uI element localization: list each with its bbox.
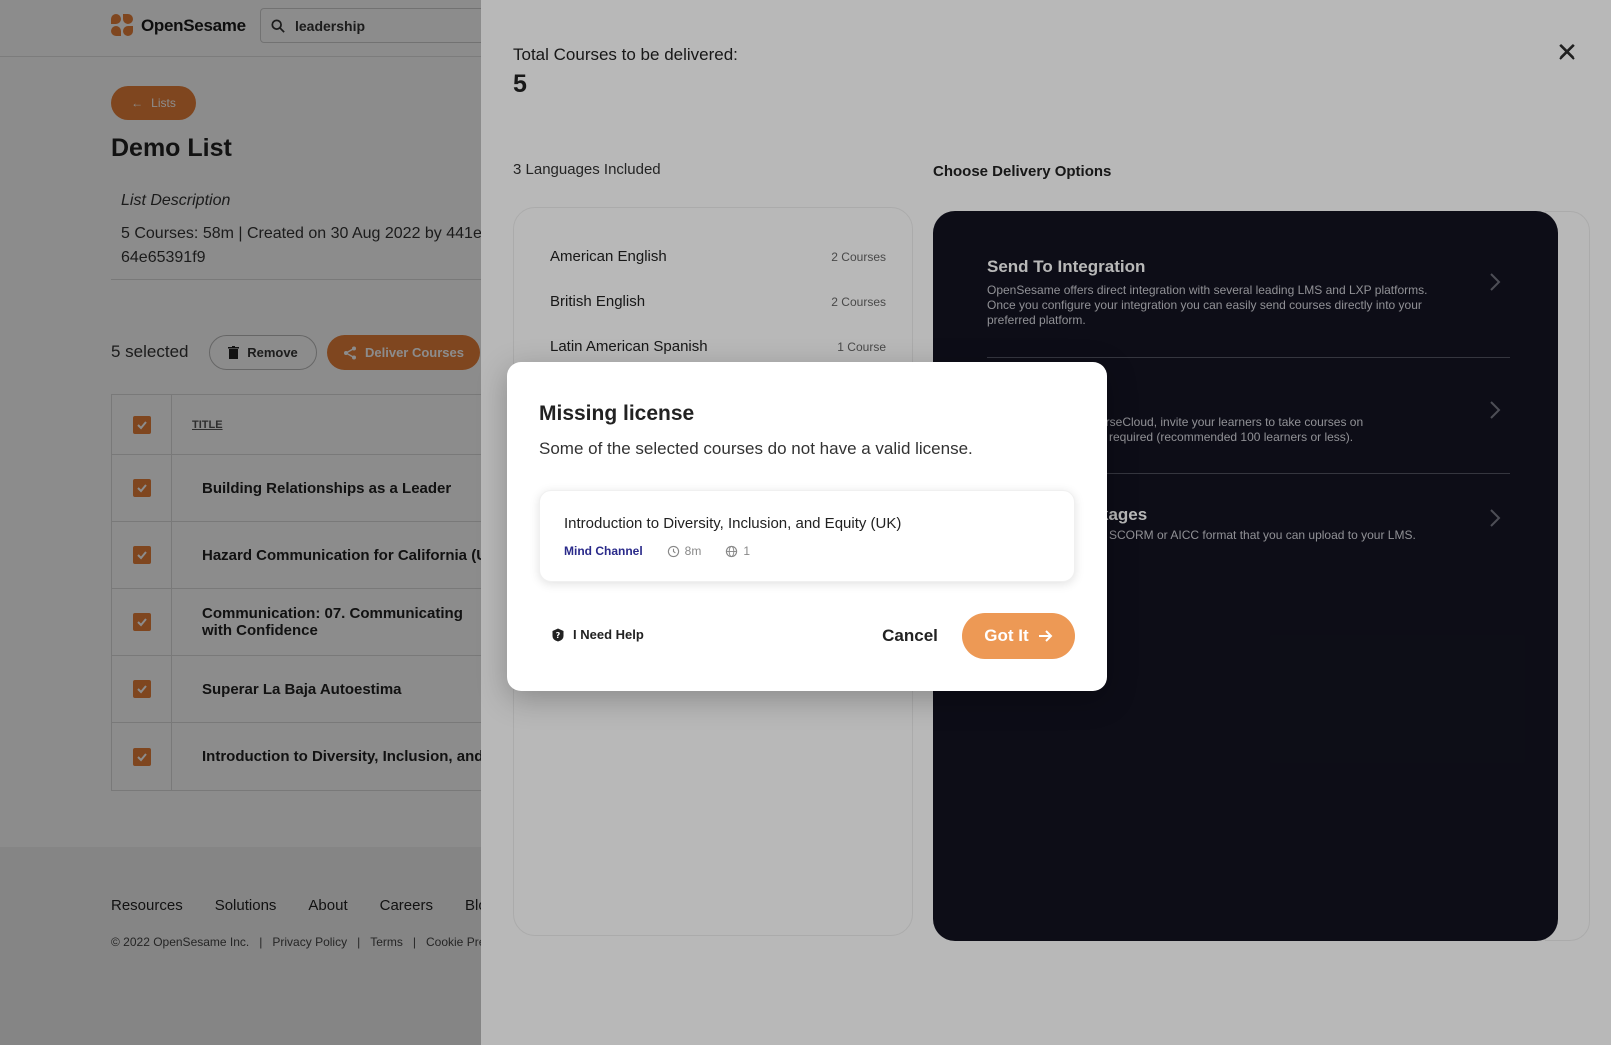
cancel-button[interactable]: Cancel xyxy=(875,616,945,656)
close-drawer-icon[interactable] xyxy=(1558,42,1576,60)
course-meta: Mind Channel 8m 1 xyxy=(564,544,750,558)
help-label: I Need Help xyxy=(573,627,644,642)
help-link[interactable]: ? I Need Help xyxy=(551,627,644,642)
got-it-label: Got It xyxy=(984,626,1029,645)
modal-title: Missing license xyxy=(539,402,695,425)
page-overlay[interactable] xyxy=(0,0,481,1045)
provider-link[interactable]: Mind Channel xyxy=(564,544,643,558)
course-title: Introduction to Diversity, Inclusion, an… xyxy=(564,515,902,532)
language-count: 1 xyxy=(725,544,750,558)
clock-icon xyxy=(667,545,679,557)
help-icon: ? xyxy=(552,628,564,641)
modal-subtitle: Some of the selected courses do not have… xyxy=(539,439,973,458)
duration: 8m xyxy=(667,544,702,558)
duration-value: 8m xyxy=(684,544,702,558)
svg-text:?: ? xyxy=(556,631,561,640)
unlicensed-course-card: Introduction to Diversity, Inclusion, an… xyxy=(539,490,1075,582)
arrow-right-icon xyxy=(1038,630,1053,642)
language-count-value: 1 xyxy=(743,544,751,558)
globe-icon xyxy=(726,545,738,557)
missing-license-modal: Missing license Some of the selected cou… xyxy=(507,362,1107,691)
got-it-button[interactable]: Got It xyxy=(962,613,1075,659)
